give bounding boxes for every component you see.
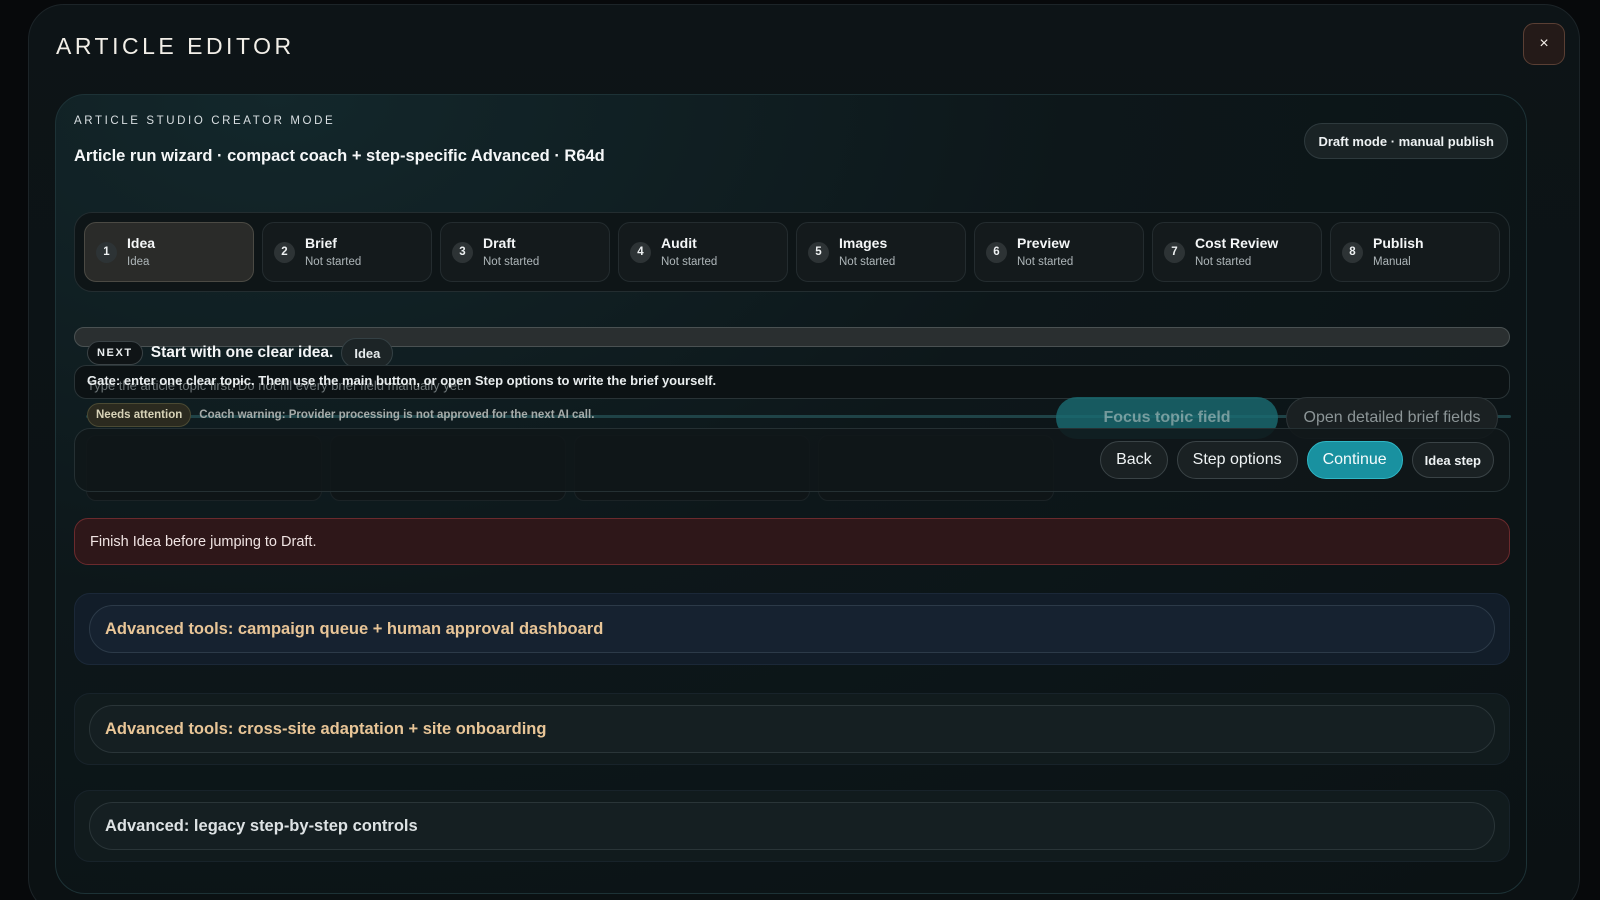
- advanced-cross-site-toggle[interactable]: Advanced tools: cross-site adaptation + …: [89, 705, 1495, 753]
- warning-row: Needs attention Coach warning: Provider …: [87, 403, 594, 427]
- step-status: Manual: [1373, 255, 1411, 268]
- next-step-row: NEXT Start with one clear idea. Idea: [87, 338, 394, 368]
- article-studio-panel: ARTICLE STUDIO CREATOR MODE Article run …: [55, 94, 1527, 894]
- step-status: Not started: [661, 255, 718, 268]
- next-instruction: Start with one clear idea.: [150, 344, 334, 361]
- step-number: 7: [1164, 241, 1185, 263]
- step-cost-review[interactable]: 7 Cost Review Not started: [1152, 222, 1322, 282]
- step-number: 4: [630, 241, 651, 263]
- close-button[interactable]: ×: [1523, 23, 1565, 65]
- step-status: Not started: [839, 255, 896, 268]
- step-name: Audit: [661, 234, 697, 251]
- gate-instruction: Gate: enter one clear topic. Then use th…: [87, 373, 717, 388]
- step-number: 1: [96, 241, 117, 263]
- step-status: Not started: [1017, 255, 1074, 268]
- gate-box: Type the article topic first. Do not fil…: [74, 365, 1510, 399]
- step-audit[interactable]: 4 Audit Not started: [618, 222, 788, 282]
- step-options-button[interactable]: Step options: [1176, 441, 1298, 479]
- step-number: 2: [274, 241, 295, 263]
- needs-attention-badge: Needs attention: [87, 403, 192, 427]
- step-number: 3: [452, 241, 473, 263]
- step-publish[interactable]: 8 Publish Manual: [1330, 222, 1500, 282]
- coach-warning-text: Coach warning: Provider processing is no…: [199, 409, 595, 421]
- step-name: Preview: [1017, 234, 1070, 251]
- step-status: Not started: [483, 255, 540, 268]
- article-editor-modal: ARTICLE EDITOR × ARTICLE STUDIO CREATOR …: [28, 4, 1580, 900]
- advanced-panel-cross-site: Advanced tools: cross-site adaptation + …: [74, 693, 1510, 765]
- step-wizard: 1 Idea Idea 2 Brief Not started 3 Draft Not…: [74, 212, 1510, 292]
- advanced-campaign-toggle[interactable]: Advanced tools: campaign queue + human a…: [89, 605, 1495, 653]
- continue-button[interactable]: Continue: [1306, 441, 1403, 479]
- advanced-panel-campaign: Advanced tools: campaign queue + human a…: [74, 593, 1510, 665]
- step-name: Cost Review: [1195, 234, 1279, 251]
- step-status: Idea: [127, 255, 150, 268]
- step-number: 6: [986, 241, 1007, 263]
- step-number: 8: [1342, 241, 1363, 263]
- step-preview[interactable]: 6 Preview Not started: [974, 222, 1144, 282]
- advanced-legacy-toggle[interactable]: Advanced: legacy step-by-step controls: [89, 802, 1495, 850]
- step-number: 5: [808, 241, 829, 263]
- action-bar: Back Step options Continue Idea step: [74, 428, 1510, 492]
- step-images[interactable]: 5 Images Not started: [796, 222, 966, 282]
- error-banner: Finish Idea before jumping to Draft.: [74, 518, 1510, 565]
- step-idea[interactable]: 1 Idea Idea: [84, 222, 254, 282]
- close-icon: ×: [1539, 35, 1549, 52]
- studio-eyebrow: ARTICLE STUDIO CREATOR MODE: [74, 115, 336, 127]
- step-name: Publish: [1373, 234, 1424, 251]
- step-status: Not started: [305, 255, 362, 268]
- step-draft[interactable]: 3 Draft Not started: [440, 222, 610, 282]
- advanced-panel-legacy: Advanced: legacy step-by-step controls: [74, 790, 1510, 862]
- current-step-chip: Idea: [341, 338, 394, 368]
- mode-badge: Draft mode · manual publish: [1304, 123, 1508, 159]
- step-name: Draft: [483, 234, 516, 251]
- step-brief[interactable]: 2 Brief Not started: [262, 222, 432, 282]
- step-status: Not started: [1195, 255, 1252, 268]
- back-button[interactable]: Back: [1100, 441, 1168, 479]
- step-name: Idea: [127, 234, 156, 251]
- current-step-label: Idea step: [1411, 442, 1494, 478]
- action-buttons: Back Step options Continue Idea step: [1100, 441, 1494, 479]
- modal-title: ARTICLE EDITOR: [56, 33, 295, 59]
- step-name: Images: [839, 234, 888, 251]
- studio-subtitle: Article run wizard · compact coach + ste…: [74, 147, 605, 165]
- next-tag: NEXT: [87, 341, 143, 365]
- step-name: Brief: [305, 234, 337, 251]
